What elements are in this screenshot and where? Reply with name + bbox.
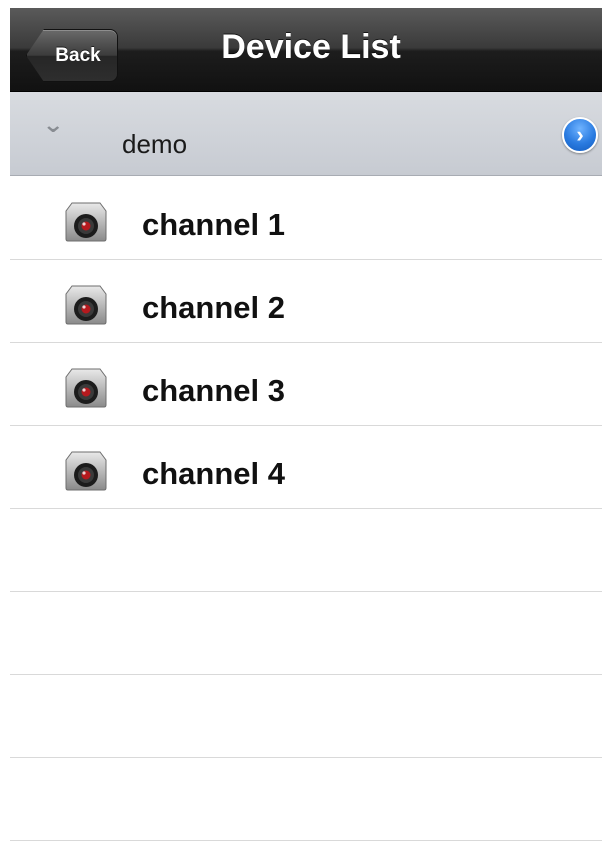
device-group-header[interactable]: ⌄ demo › (10, 92, 602, 176)
chevron-down-icon[interactable]: ⌄ (42, 114, 64, 136)
channel-label: channel 1 (142, 207, 285, 242)
camera-icon (65, 368, 107, 408)
navigation-bar: Back Device List (10, 8, 602, 92)
camera-icon (65, 451, 107, 491)
channel-label: channel 2 (142, 290, 285, 325)
camera-icon (65, 202, 107, 242)
list-item[interactable]: channel 4 (10, 426, 602, 509)
empty-row (10, 592, 602, 675)
channel-label: channel 4 (142, 456, 285, 491)
empty-row (10, 675, 602, 758)
list-item[interactable]: channel 1 (10, 177, 602, 260)
channel-list: channel 1 channel 2 channel 3 channel 4 (10, 177, 602, 841)
disclosure-arrow-icon[interactable]: › (562, 117, 598, 153)
list-item[interactable]: channel 3 (10, 343, 602, 426)
channel-label: channel 3 (142, 373, 285, 408)
camera-icon (65, 285, 107, 325)
page-title: Device List (221, 28, 401, 66)
empty-row (10, 758, 602, 841)
device-group-label: demo (122, 129, 188, 159)
empty-row (10, 509, 602, 592)
list-item[interactable]: channel 2 (10, 260, 602, 343)
